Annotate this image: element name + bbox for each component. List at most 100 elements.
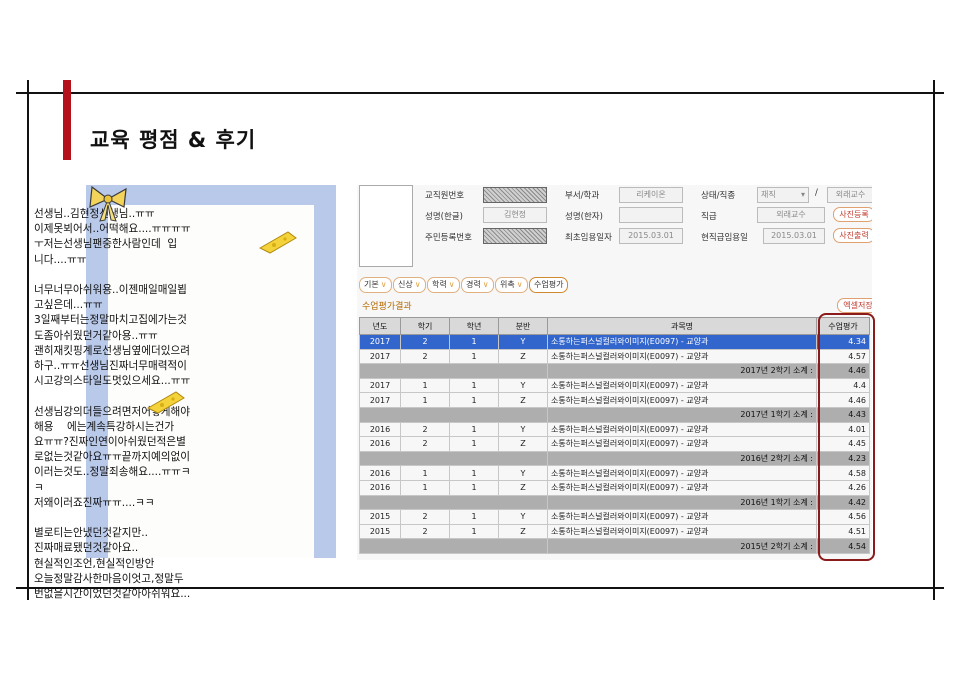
- table-row[interactable]: 2017 2 1 Y 소통하는퍼스널컬러와이미지(E0097) - 교양과 4.34: [359, 334, 870, 350]
- year-cell: 2015: [359, 523, 401, 540]
- term-cell: 2: [400, 421, 450, 438]
- current-hire-field[interactable]: 2015.03.01: [763, 228, 825, 244]
- label-name-kr: 성명(한글): [425, 212, 463, 222]
- subtotal-row[interactable]: 2017년 2학기 소계 :4.46: [359, 363, 870, 379]
- grade-cell: 1: [449, 509, 499, 525]
- evaluation-screenshot: 교직원번호 부서/학과 리케이온 상태/직종 재직 ▾ / 외래교수 성명(한글…: [357, 185, 872, 560]
- tab-label: 신상: [398, 280, 413, 289]
- staff-no-field[interactable]: [483, 187, 547, 203]
- table-row[interactable]: 2016 1 1 Y 소통하는퍼스널컬러와이미지(E0097) - 교양과 4.58: [359, 465, 870, 481]
- status-separator: /: [815, 188, 818, 198]
- year-cell: 2017: [359, 392, 401, 408]
- grade-cell: 1: [449, 436, 499, 452]
- column-header[interactable]: 분반: [498, 317, 548, 335]
- label-grade: 직급: [701, 212, 717, 222]
- resident-no-field[interactable]: [483, 228, 547, 244]
- section-cell: Y: [498, 334, 548, 350]
- name-hanja-field[interactable]: [619, 207, 683, 223]
- course-name-cell: 소통하는퍼스널컬러와이미지(E0097) - 교양과: [547, 421, 817, 438]
- label-status: 상태/직종: [701, 191, 736, 201]
- tab-course-evaluation[interactable]: 수업평가: [529, 277, 569, 293]
- table-row[interactable]: 2015 2 1 Z 소통하는퍼스널컬러와이미지(E0097) - 교양과 4.51: [359, 523, 870, 540]
- course-name-cell: 소통하는퍼스널컬러와이미지(E0097) - 교양과: [547, 436, 817, 452]
- grade-cell: 1: [449, 523, 499, 540]
- tab-basic[interactable]: 기본 ∨: [359, 277, 392, 293]
- column-header[interactable]: 과목명: [547, 317, 817, 335]
- subtotal-filler: [359, 538, 548, 554]
- grade-cell: 1: [449, 421, 499, 438]
- year-cell: 2017: [359, 377, 401, 394]
- slide-title: 교육 평점 & 후기: [90, 128, 257, 152]
- table-row[interactable]: 2016 2 1 Y 소통하는퍼스널컬러와이미지(E0097) - 교양과 4.01: [359, 421, 870, 438]
- grade-cell: 1: [449, 377, 499, 394]
- table-row[interactable]: 2016 2 1 Z 소통하는퍼스널컬러와이미지(E0097) - 교양과 4.45: [359, 436, 870, 452]
- status-type-field[interactable]: 외래교수: [827, 187, 872, 203]
- subtotal-label: 2017년 1학기 소계 :: [547, 406, 817, 423]
- column-header[interactable]: 년도: [359, 317, 401, 335]
- cheese-sticker-icon: [146, 391, 185, 414]
- title-accent-bar: [63, 80, 71, 160]
- tab-label: 경력: [466, 280, 481, 289]
- term-cell: 1: [400, 377, 450, 394]
- photo-register-button[interactable]: 사진등록: [833, 207, 872, 222]
- subtotal-row[interactable]: 2016년 2학기 소계 :4.23: [359, 450, 870, 467]
- dept-field[interactable]: 리케이온: [619, 187, 683, 203]
- term-cell: 2: [400, 348, 450, 365]
- label-staff-no: 교직원번호: [425, 191, 465, 201]
- table-row[interactable]: 2017 2 1 Z 소통하는퍼스널컬러와이미지(E0097) - 교양과 4.57: [359, 348, 870, 365]
- status-select-value: 재직: [761, 190, 776, 199]
- term-cell: 2: [400, 334, 450, 350]
- tab-education[interactable]: 학력 ∨: [427, 277, 460, 293]
- course-name-cell: 소통하는퍼스널컬러와이미지(E0097) - 교양과: [547, 465, 817, 481]
- frame-top-line: [16, 92, 944, 94]
- ribbon-bow-icon: [89, 185, 127, 222]
- label-dept: 부서/학과: [565, 191, 600, 201]
- subtotal-row[interactable]: 2016년 1학기 소계 :4.42: [359, 494, 870, 511]
- section-cell: Y: [498, 509, 548, 525]
- tab-label: 학력: [432, 280, 447, 289]
- course-name-cell: 소통하는퍼스널컬러와이미지(E0097) - 교양과: [547, 392, 817, 408]
- section-cell: Z: [498, 436, 548, 452]
- tab-label: 위촉: [500, 280, 515, 289]
- term-cell: 2: [400, 436, 450, 452]
- subtotal-label: 2016년 2학기 소계 :: [547, 450, 817, 467]
- tab-career[interactable]: 경력 ∨: [461, 277, 494, 293]
- name-kr-field[interactable]: 김현정: [483, 207, 547, 223]
- cheese-sticker-icon: [258, 231, 297, 254]
- table-row[interactable]: 2017 1 1 Y 소통하는퍼스널컬러와이미지(E0097) - 교양과 4.4: [359, 377, 870, 394]
- term-cell: 2: [400, 523, 450, 540]
- course-name-cell: 소통하는퍼스널컬러와이미지(E0097) - 교양과: [547, 479, 817, 496]
- first-hire-field[interactable]: 2015.03.01: [619, 228, 683, 244]
- student-note-text: 선생님..김현정선생님..ㅠㅠ 이제못뵈어서..어떡해요....ㅠㅠㅠㅠ ㅜ저는…: [34, 208, 191, 601]
- year-cell: 2016: [359, 421, 401, 438]
- profile-photo: [359, 185, 413, 267]
- tab-personal[interactable]: 신상 ∨: [393, 277, 426, 293]
- photo-print-button[interactable]: 사진출력: [833, 228, 872, 243]
- course-name-cell: 소통하는퍼스널컬러와이미지(E0097) - 교양과: [547, 377, 817, 394]
- tab-appointment[interactable]: 위촉 ∨: [495, 277, 528, 293]
- table-row[interactable]: 2015 2 1 Y 소통하는퍼스널컬러와이미지(E0097) - 교양과 4.56: [359, 509, 870, 525]
- grade-field[interactable]: 외래교수: [757, 207, 825, 223]
- section-cell: Y: [498, 377, 548, 394]
- evaluation-table-body: 2017 2 1 Y 소통하는퍼스널컬러와이미지(E0097) - 교양과 4.34 201…: [359, 334, 870, 554]
- year-cell: 2016: [359, 479, 401, 496]
- table-row[interactable]: 2017 1 1 Z 소통하는퍼스널컬러와이미지(E0097) - 교양과 4.46: [359, 392, 870, 408]
- course-name-cell: 소통하는퍼스널컬러와이미지(E0097) - 교양과: [547, 509, 817, 525]
- term-cell: 1: [400, 479, 450, 496]
- term-cell: 1: [400, 392, 450, 408]
- excel-save-button[interactable]: 엑셀저장: [837, 298, 872, 313]
- subtotal-row[interactable]: 2017년 1학기 소계 :4.43: [359, 406, 870, 423]
- subtotal-row[interactable]: 2015년 2학기 소계 :4.54: [359, 538, 870, 554]
- status-select[interactable]: 재직 ▾: [757, 187, 809, 203]
- subtotal-filler: [359, 406, 548, 423]
- subtotal-filler: [359, 494, 548, 511]
- column-header[interactable]: 학기: [400, 317, 450, 335]
- table-row[interactable]: 2016 1 1 Z 소통하는퍼스널컬러와이미지(E0097) - 교양과 4.26: [359, 479, 870, 496]
- section-cell: Z: [498, 392, 548, 408]
- column-header[interactable]: 학년: [449, 317, 499, 335]
- label-resident-no: 주민등록번호: [425, 233, 472, 243]
- term-cell: 1: [400, 465, 450, 481]
- grade-cell: 1: [449, 392, 499, 408]
- subtotal-filler: [359, 450, 548, 467]
- section-title: 수업평가결과: [362, 302, 412, 312]
